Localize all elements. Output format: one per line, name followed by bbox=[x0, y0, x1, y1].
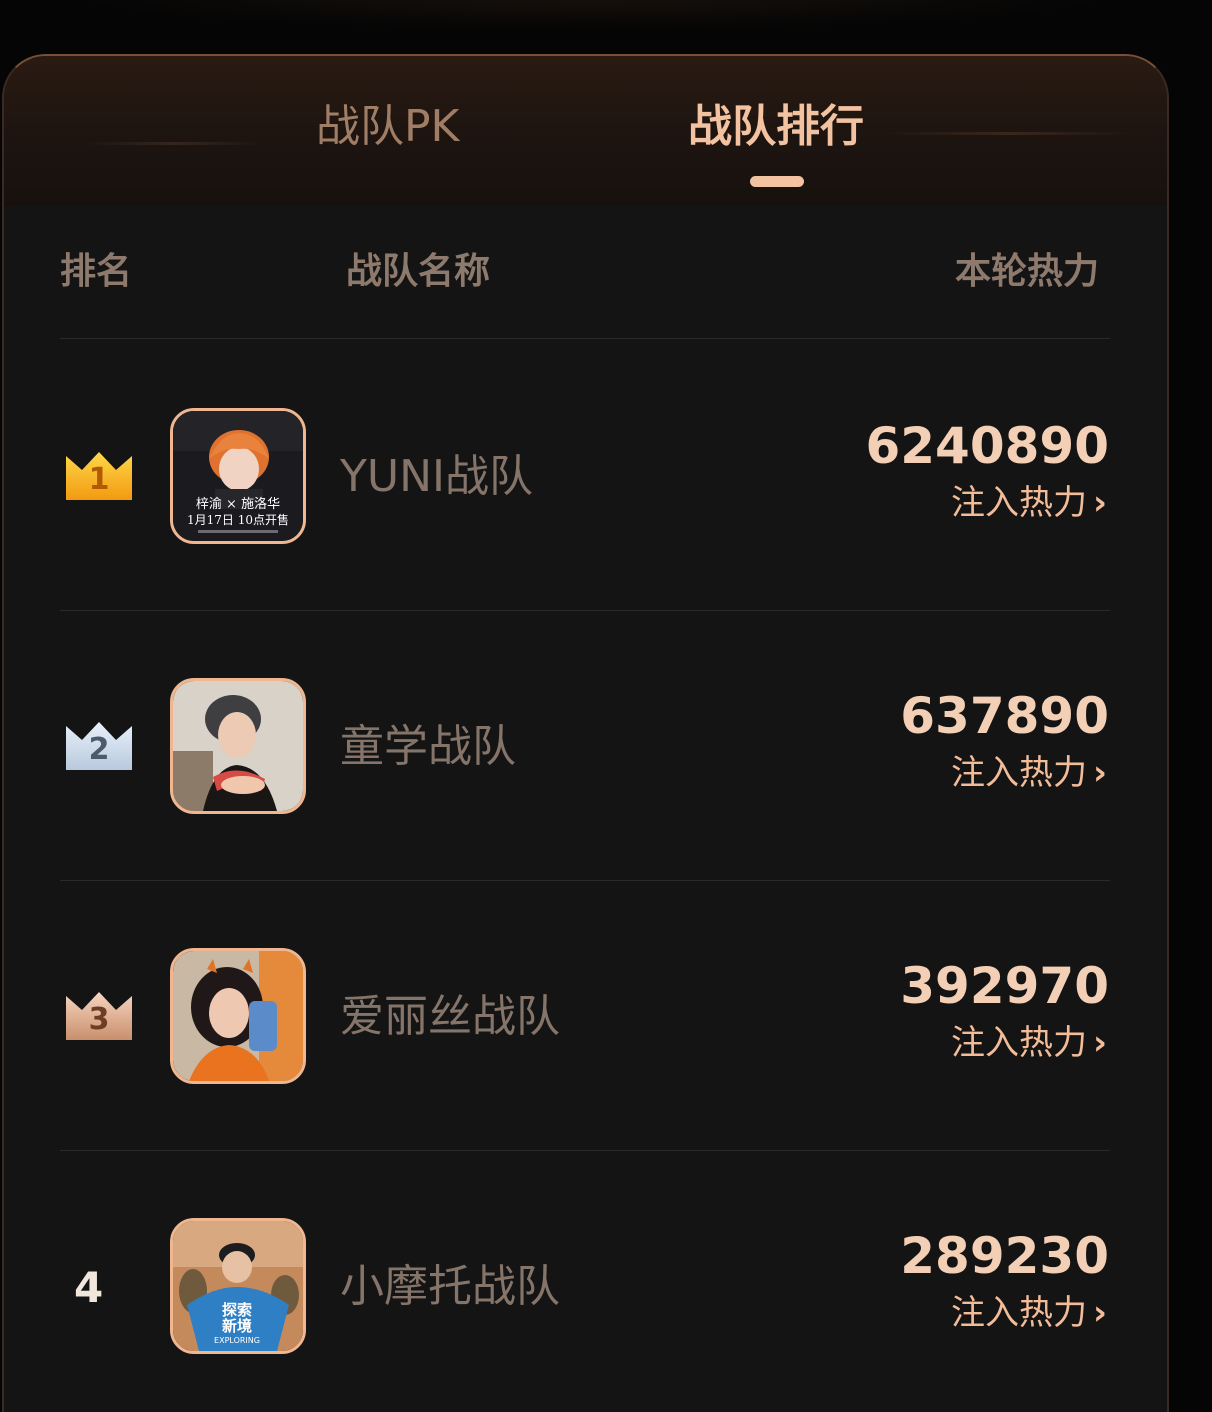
table-row[interactable]: 2 童学战队 637890 注入热力 › bbox=[4, 610, 1167, 880]
avatar-caption-line1: 梓渝 × 施洛华 bbox=[196, 496, 280, 512]
heat-score: 637890 bbox=[900, 687, 1109, 745]
crown-icon: 3 bbox=[64, 990, 134, 1042]
table-row[interactable]: 4 探索 新境 EXPLORING 小摩托战队 289230 注入热力 › bbox=[4, 1150, 1167, 1412]
team-avatar[interactable]: 梓渝 × 施洛华 1月17日 10点开售 bbox=[170, 408, 306, 544]
column-header-rank: 排名 bbox=[60, 251, 133, 292]
chevron-right-icon: › bbox=[1092, 483, 1107, 523]
heat-score: 6240890 bbox=[865, 417, 1109, 475]
inject-heat-button[interactable]: 注入热力 › bbox=[951, 1290, 1107, 1336]
heat-score: 289230 bbox=[900, 1227, 1109, 1285]
chevron-right-icon: › bbox=[1092, 1293, 1107, 1333]
chevron-right-icon: › bbox=[1092, 1023, 1107, 1063]
column-header-heat: 本轮热力 bbox=[954, 251, 1099, 292]
inject-heat-button[interactable]: 注入热力 › bbox=[951, 1020, 1107, 1066]
avatar-caption-line2: 新境 bbox=[222, 1317, 252, 1335]
team-name: 小摩托战队 bbox=[340, 1261, 560, 1312]
inject-heat-label: 注入热力 bbox=[950, 1293, 1087, 1333]
avatar-caption-line3: EXPLORING bbox=[214, 1336, 260, 1345]
inject-heat-label: 注入热力 bbox=[950, 753, 1087, 793]
rank-number: 4 bbox=[74, 1263, 104, 1312]
tab-team-pk[interactable]: 战队PK bbox=[316, 96, 459, 158]
chevron-right-icon: › bbox=[1092, 753, 1107, 793]
table-row[interactable]: 1 梓渝 × 施洛华 1月17日 10点开售 YUNI战队 6240890 注入… bbox=[4, 340, 1167, 610]
crown-icon: 1 bbox=[64, 450, 134, 502]
header-divider bbox=[60, 338, 1110, 339]
tab-bar: 战队PK 战队排行 bbox=[4, 56, 1167, 206]
column-header-name: 战队名称 bbox=[346, 251, 491, 292]
team-avatar[interactable]: 探索 新境 EXPLORING bbox=[170, 1218, 306, 1354]
team-name: 童学战队 bbox=[340, 721, 516, 772]
ranking-panel: 战队PK 战队排行 排名 战队名称 本轮热力 1 梓渝 × 施洛华 1月17日 … bbox=[2, 54, 1169, 1412]
team-name: 爱丽丝战队 bbox=[340, 991, 560, 1042]
inject-heat-label: 注入热力 bbox=[950, 1023, 1087, 1063]
tab-team-ranking[interactable]: 战队排行 bbox=[688, 96, 864, 158]
rank-number: 1 bbox=[88, 462, 110, 497]
top-glow bbox=[60, 0, 1120, 30]
team-name: YUNI战队 bbox=[340, 451, 533, 502]
inject-heat-button[interactable]: 注入热力 › bbox=[951, 480, 1107, 526]
heat-score: 392970 bbox=[900, 957, 1109, 1015]
rank-number: 3 bbox=[88, 1002, 110, 1037]
rank-number: 2 bbox=[88, 732, 110, 767]
table-row[interactable]: 3 爱丽丝战队 392970 注入热力 › bbox=[4, 880, 1167, 1150]
crown-icon: 2 bbox=[64, 720, 134, 772]
app-screen: 战队PK 战队排行 排名 战队名称 本轮热力 1 梓渝 × 施洛华 1月17日 … bbox=[0, 0, 1212, 1412]
team-avatar[interactable] bbox=[170, 948, 306, 1084]
active-tab-indicator bbox=[750, 176, 804, 187]
team-avatar[interactable] bbox=[170, 678, 306, 814]
inject-heat-button[interactable]: 注入热力 › bbox=[951, 750, 1107, 796]
inject-heat-label: 注入热力 bbox=[950, 483, 1087, 523]
avatar-caption-line2: 1月17日 10点开售 bbox=[187, 512, 289, 527]
